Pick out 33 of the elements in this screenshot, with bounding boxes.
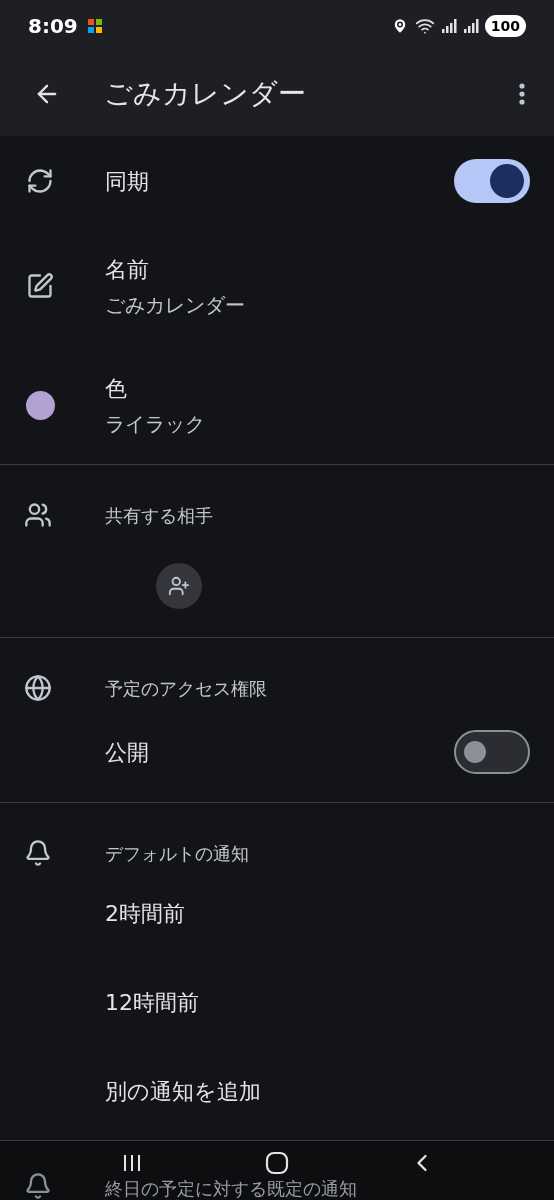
color-value: ライラック — [105, 410, 205, 438]
public-label: 公開 — [105, 738, 149, 767]
signal-icon — [440, 18, 457, 34]
signal-icon — [462, 18, 479, 34]
add-person-button[interactable] — [156, 563, 202, 609]
color-label: 色 — [105, 374, 128, 403]
status-time: 8:09 — [28, 13, 78, 40]
name-value: ごみカレンダー — [105, 291, 245, 319]
sync-label: 同期 — [105, 167, 149, 196]
globe-icon — [24, 674, 52, 702]
name-label: 名前 — [105, 255, 150, 284]
page-title: ごみカレンダー — [104, 76, 306, 112]
wifi-icon — [414, 16, 435, 36]
battery-badge: 100 — [484, 15, 526, 37]
app-icon — [87, 19, 102, 33]
all-day-notifications-label: 終日の予定に対する既定の通知 — [105, 1178, 357, 1200]
add-person-icon — [168, 575, 190, 597]
sync-icon — [26, 167, 54, 195]
toggle-switch[interactable] — [454, 159, 530, 203]
notification-item[interactable]: 2時間前 — [105, 897, 185, 930]
toggle-switch[interactable] — [454, 730, 530, 774]
add-notification-link[interactable]: 別の通知を追加 — [105, 1075, 261, 1108]
bell-icon — [24, 839, 52, 867]
access-label: 予定のアクセス権限 — [105, 676, 267, 701]
edit-icon — [26, 272, 54, 300]
sharing-label: 共有する相手 — [105, 503, 213, 528]
notifications-label: デフォルトの通知 — [105, 841, 249, 866]
recent-apps-icon — [122, 1153, 143, 1173]
bell-icon — [24, 1172, 52, 1200]
notification-item[interactable]: 12時間前 — [105, 986, 199, 1019]
home-icon — [265, 1151, 289, 1175]
people-icon — [24, 501, 52, 529]
more-icon — [519, 83, 525, 105]
